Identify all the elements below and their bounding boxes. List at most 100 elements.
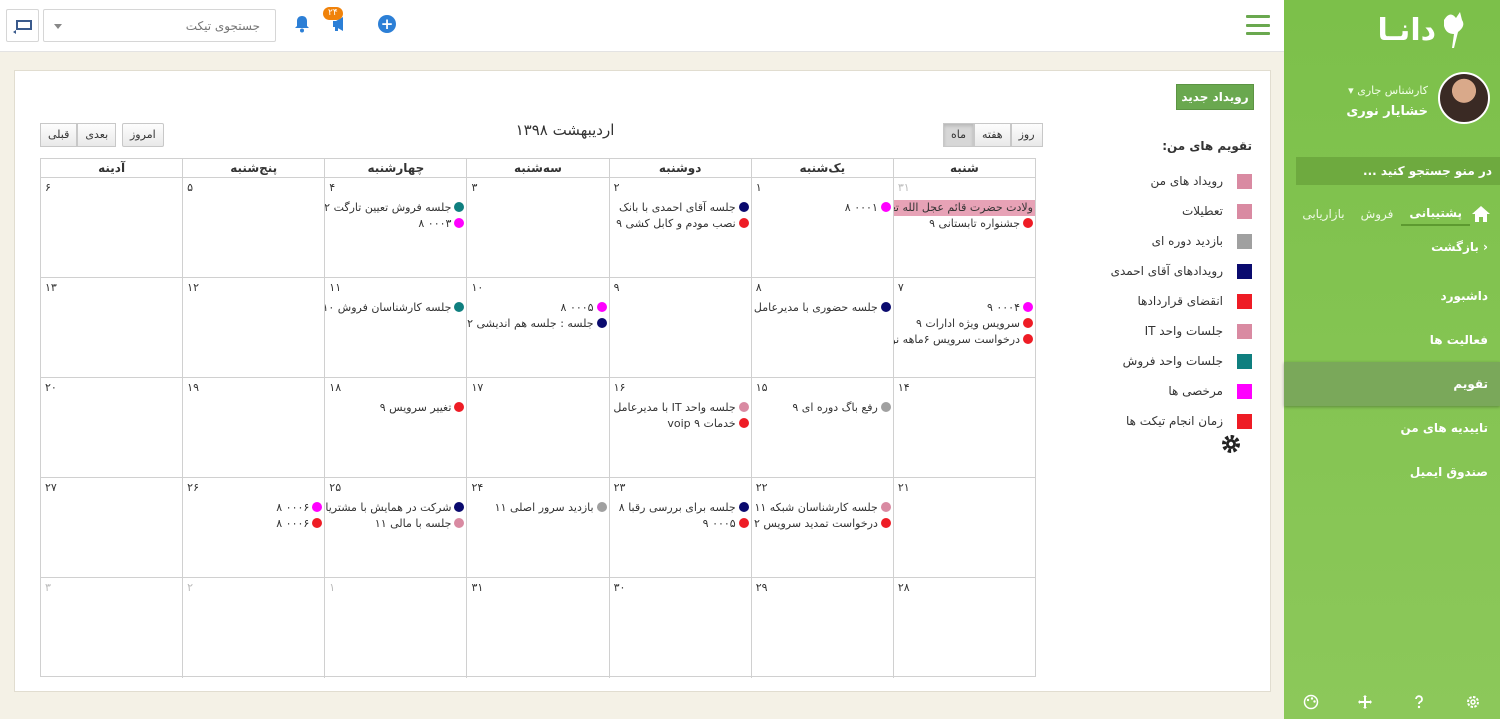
day-cell[interactable]: ۳۱: [466, 578, 608, 678]
calendar-filter-item[interactable]: تعطیلات: [1102, 196, 1252, 226]
day-cell[interactable]: ۲۹: [750, 578, 893, 678]
calendar-event[interactable]: درخواست سرویس ۶ماهه نوبت: [894, 332, 1035, 348]
day-cell[interactable]: ۳۱ ولادت حضرت قائم عجل الله تعالی جشنواره …: [892, 178, 1035, 277]
sidebar-item-activities[interactable]: فعالیت ها: [1284, 318, 1500, 362]
calendar-event[interactable]: ۰۰۰۵ ۹: [610, 516, 751, 532]
sidebar-item-dashboard[interactable]: داشبورد: [1284, 274, 1500, 318]
day-cell[interactable]: ۲۶ ۰۰۰۶ ۸ ۰۰۰۶ ۸: [182, 478, 324, 577]
day-cell[interactable]: ۴ جلسه فروش تعیین تارگت ۲ ۰۰۰۳ ۸: [324, 178, 466, 277]
back-link[interactable]: ‹ بازگشت: [1431, 240, 1488, 254]
day-cell[interactable]: ۲۳ جلسه برای بررسی رقبا ۸ ۰۰۰۵ ۹: [608, 478, 751, 577]
ticket-search-input[interactable]: [78, 10, 268, 41]
add-circle-icon[interactable]: +: [378, 15, 396, 33]
calendar-event[interactable]: جلسه برای بررسی رقبا ۸: [610, 500, 751, 516]
tab-sales[interactable]: فروش: [1353, 203, 1402, 225]
dana-logo[interactable]: دانـا: [1330, 6, 1470, 54]
day-cell[interactable]: ۱: [324, 578, 466, 678]
calendar-filter-item[interactable]: مرخصی ها: [1102, 376, 1252, 406]
calendar-event[interactable]: ۰۰۰۱ ۸: [752, 200, 893, 216]
calendar-settings-gear-icon[interactable]: [1220, 433, 1242, 455]
day-cell[interactable]: ۱۲: [182, 278, 324, 377]
day-cell[interactable]: ۷ ۰۰۰۴ ۹ سرویس ویژه ادارات ۹ درخواست سرویس …: [892, 278, 1035, 377]
calendar-event[interactable]: سرویس ویژه ادارات ۹: [894, 316, 1035, 332]
hamburger-menu-icon[interactable]: [1246, 15, 1270, 35]
tab-support[interactable]: پشتیبانی: [1401, 202, 1470, 226]
calendar-filter-item[interactable]: بازدید دوره ای: [1102, 226, 1252, 256]
sidebar-item-email-inbox[interactable]: صندوق ایمیل: [1284, 450, 1500, 494]
day-cell[interactable]: ۲۴ بازدید سرور اصلی ۱۱: [466, 478, 608, 577]
tab-marketing[interactable]: بازاریابی: [1294, 203, 1352, 225]
calendar-event[interactable]: جلسه واحد IT با مدیرعامل: [610, 400, 751, 416]
settings-gear-icon[interactable]: [1464, 693, 1482, 711]
calendar-event[interactable]: ۰۰۰۶ ۸: [183, 500, 324, 516]
day-cell[interactable]: ۲: [182, 578, 324, 678]
calendar-filter-item[interactable]: رویداد های من: [1102, 166, 1252, 196]
day-cell[interactable]: ۸ جلسه حضوری با مدیرعامل: [750, 278, 893, 377]
screen-toggle-button[interactable]: [6, 9, 39, 42]
prev-button[interactable]: قبلی: [40, 123, 78, 147]
calendar-event[interactable]: ۰۰۰۶ ۸: [183, 516, 324, 532]
day-cell[interactable]: ۶: [41, 178, 182, 277]
view-day-button[interactable]: روز: [1010, 123, 1043, 147]
day-cell[interactable]: ۳: [41, 578, 182, 678]
calendar-event[interactable]: ۰۰۰۳ ۸: [325, 216, 466, 232]
day-cell[interactable]: ۱۵ رفع باگ دوره ای ۹: [750, 378, 893, 477]
day-cell[interactable]: ۲۸: [892, 578, 1035, 678]
calendar-event[interactable]: تغییر سرویس ۹: [325, 400, 466, 416]
calendar-event[interactable]: نصب مودم و کابل کشی ۹: [610, 216, 751, 232]
day-cell[interactable]: ۲۷: [41, 478, 182, 577]
day-cell[interactable]: ۱۱ جلسه کارشناسان فروش ۱۰: [324, 278, 466, 377]
day-cell[interactable]: ۱۰ ۰۰۰۵ ۸ جلسه : جلسه هم اندیشی ۲: [466, 278, 608, 377]
chevron-down-icon[interactable]: [54, 24, 62, 29]
calendar-event[interactable]: ولادت حضرت قائم عجل الله تعالی: [893, 200, 1035, 216]
calendar-event[interactable]: جلسه حضوری با مدیرعامل: [752, 300, 893, 316]
day-cell[interactable]: ۱ ۰۰۰۱ ۸: [750, 178, 893, 277]
new-event-button[interactable]: رویداد جدید: [1176, 84, 1254, 110]
calendar-filter-item[interactable]: رویدادهای آقای احمدی: [1102, 256, 1252, 286]
calendar-event[interactable]: رفع باگ دوره ای ۹: [752, 400, 893, 416]
day-cell[interactable]: ۲۱: [892, 478, 1035, 577]
calendar-event[interactable]: درخواست تمدید سرویس ۲: [752, 516, 893, 532]
calendar-event[interactable]: بازدید سرور اصلی ۱۱: [467, 500, 608, 516]
sidebar-item-calendar[interactable]: تقویم: [1284, 362, 1500, 406]
home-icon[interactable]: [1470, 204, 1492, 224]
today-button[interactable]: امروز: [122, 123, 164, 147]
next-button[interactable]: بعدی: [77, 123, 117, 147]
calendar-event[interactable]: ۰۰۰۵ ۸: [467, 300, 608, 316]
day-cell[interactable]: ۵: [182, 178, 324, 277]
day-cell[interactable]: ۲۲ جلسه کارشناسان شبکه ۱۱ درخواست تمدید سر…: [750, 478, 893, 577]
view-month-button[interactable]: ماه: [943, 123, 975, 147]
avatar[interactable]: [1438, 72, 1490, 124]
day-cell[interactable]: ۱۶ جلسه واحد IT با مدیرعامل خدمات voip ۹: [608, 378, 751, 477]
day-cell[interactable]: ۱۳: [41, 278, 182, 377]
move-arrows-icon[interactable]: [1356, 693, 1374, 711]
calendar-filter-item[interactable]: جلسات واحد فروش: [1102, 346, 1252, 376]
calendar-event[interactable]: جلسه : جلسه هم اندیشی ۲: [467, 316, 608, 332]
calendar-event[interactable]: خدمات voip ۹: [610, 416, 751, 432]
day-cell[interactable]: ۲۵ شرکت در همایش با مشتریان جلسه با مالی ۱…: [324, 478, 466, 577]
calendar-filter-item[interactable]: انقضای قراردادها: [1102, 286, 1252, 316]
calendar-event[interactable]: جلسه آقای احمدی با بانک: [610, 200, 751, 216]
palette-icon[interactable]: [1302, 693, 1320, 711]
calendar-event[interactable]: شرکت در همایش با مشتریان: [325, 500, 466, 516]
calendar-event[interactable]: جلسه فروش تعیین تارگت ۲: [325, 200, 466, 216]
help-icon[interactable]: [1410, 693, 1428, 711]
user-role-dropdown[interactable]: کارشناس جاری ▾: [1348, 84, 1428, 97]
day-cell[interactable]: ۱۷: [466, 378, 608, 477]
day-cell[interactable]: ۳: [466, 178, 608, 277]
view-week-button[interactable]: هفته: [974, 123, 1011, 147]
calendar-event[interactable]: ۰۰۰۴ ۹: [894, 300, 1035, 316]
calendar-event[interactable]: جلسه کارشناسان فروش ۱۰: [325, 300, 466, 316]
calendar-filter-item[interactable]: جلسات واحد IT: [1102, 316, 1252, 346]
calendar-event[interactable]: جلسه کارشناسان شبکه ۱۱: [752, 500, 893, 516]
calendar-filter-item[interactable]: زمان انجام تیکت ها: [1102, 406, 1252, 436]
day-cell[interactable]: ۲۰: [41, 378, 182, 477]
menu-search-input[interactable]: [1296, 157, 1500, 185]
day-cell[interactable]: ۱۸ تغییر سرویس ۹: [324, 378, 466, 477]
day-cell[interactable]: ۳۰: [608, 578, 751, 678]
day-cell[interactable]: ۱۴: [892, 378, 1035, 477]
day-cell[interactable]: ۹: [608, 278, 751, 377]
calendar-event[interactable]: جشنواره تابستانی ۹: [894, 216, 1035, 232]
calendar-event[interactable]: جلسه با مالی ۱۱: [325, 516, 466, 532]
day-cell[interactable]: ۱۹: [182, 378, 324, 477]
